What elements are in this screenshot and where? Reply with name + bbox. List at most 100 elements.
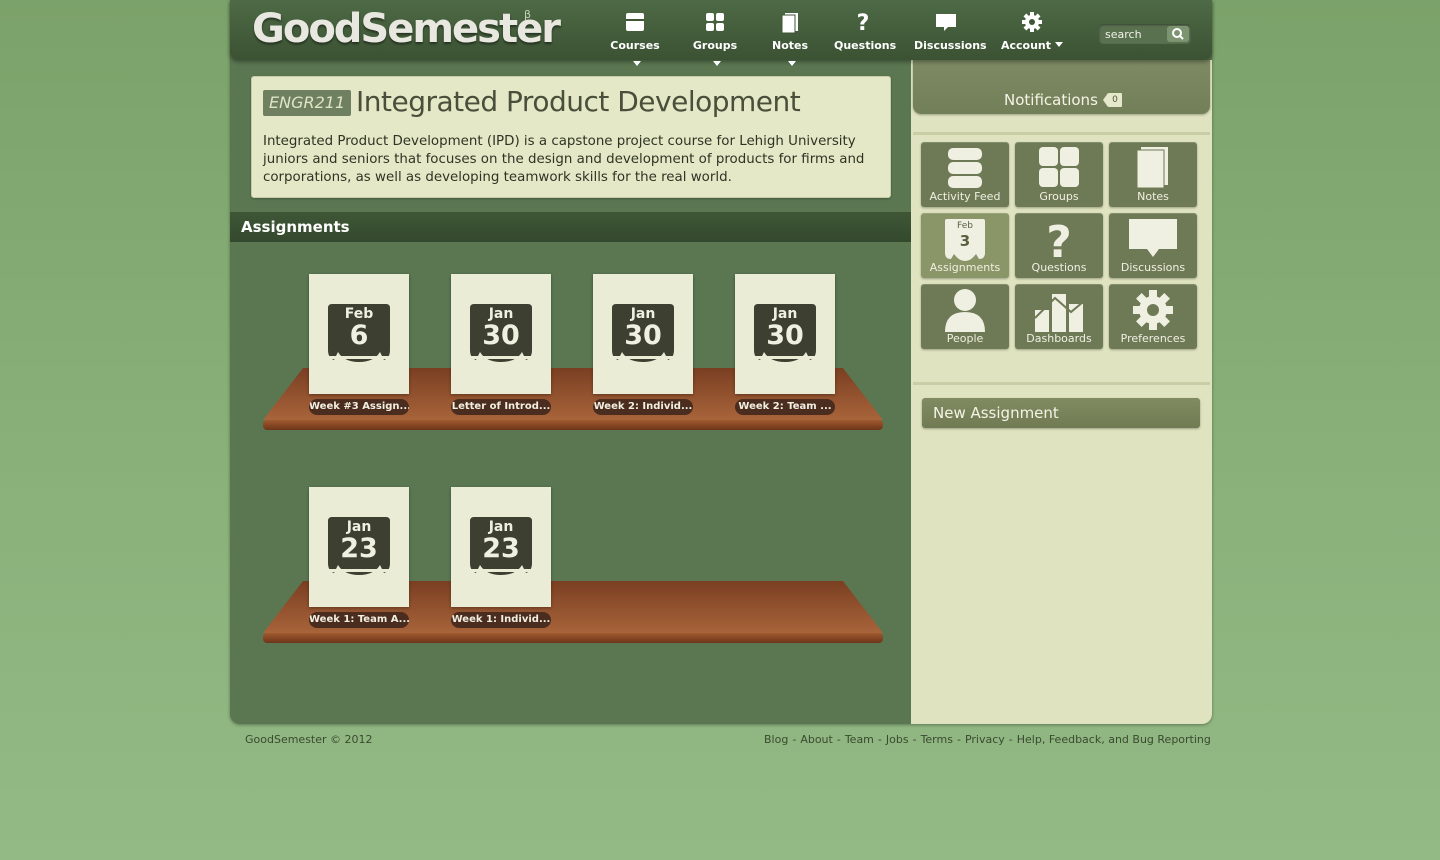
gear-icon — [1133, 290, 1173, 330]
notifications-button[interactable]: Notifications 0 — [913, 60, 1210, 114]
chevron-down-icon — [633, 61, 641, 66]
tile-label: Questions — [1031, 261, 1087, 274]
tile-label: Assignments — [929, 261, 1001, 274]
calendar-day: 23 — [340, 533, 378, 564]
footer-link-blog[interactable]: Blog — [764, 733, 788, 746]
assignment-item[interactable]: Feb 6 Week #3 Assign... — [309, 274, 409, 415]
nav-groups-label: Groups — [692, 39, 738, 52]
gear-icon — [1022, 12, 1042, 32]
nav-account[interactable]: Account — [1000, 10, 1064, 53]
sidebar: Notifications 0 Activity Feed Groups Not… — [911, 60, 1212, 724]
person-icon — [945, 289, 985, 332]
main-frame: GoodSemester β Courses Groups Notes ? Qu… — [230, 0, 1212, 724]
groups-icon — [706, 13, 724, 31]
course-description: Integrated Product Development (IPD) is … — [263, 134, 865, 185]
tile-people[interactable]: People — [921, 284, 1009, 349]
nav-notes-label: Notes — [771, 39, 809, 52]
tile-dashboards[interactable]: Dashboards — [1015, 284, 1103, 349]
assignment-item[interactable]: Jan 23 Week 1: Individ... — [451, 487, 551, 628]
chevron-down-icon — [788, 61, 796, 66]
chevron-down-icon — [713, 61, 721, 66]
tile-label: Activity Feed — [929, 190, 1001, 203]
assignments-heading-label: Assignments — [241, 218, 350, 236]
nav-account-label: Account — [1000, 39, 1052, 52]
groups-icon — [1039, 147, 1079, 187]
course-code-badge: ENGR211 — [263, 90, 352, 116]
nav-courses[interactable]: Courses — [606, 10, 664, 72]
search-icon — [1172, 28, 1184, 40]
search-input[interactable] — [1099, 24, 1169, 44]
tile-label: People — [946, 332, 984, 345]
footer-link-team[interactable]: Team — [845, 733, 874, 746]
nav-notes[interactable]: Notes — [766, 10, 814, 72]
calendar-day: 30 — [624, 320, 662, 351]
chevron-down-icon — [1055, 42, 1064, 47]
speech-bubble-icon — [1129, 219, 1177, 257]
calendar-day: 3 — [959, 232, 971, 250]
nav-questions[interactable]: ? Questions — [834, 10, 896, 53]
footer-copyright: GoodSemester © 2012 — [245, 733, 373, 746]
tile-discussions[interactable]: Discussions — [1109, 213, 1197, 278]
tile-assignments[interactable]: Feb 3 Assignments — [921, 213, 1009, 278]
footer-link-privacy[interactable]: Privacy — [965, 733, 1005, 746]
tile-activity-feed[interactable]: Activity Feed — [921, 142, 1009, 207]
tile-label: Preferences — [1120, 332, 1186, 345]
assignment-item[interactable]: Jan 30 Letter of Introd... — [451, 274, 551, 415]
activity-feed-icon — [948, 148, 982, 188]
assignment-label[interactable]: Week 1: Individ... — [451, 612, 551, 628]
footer-link-terms[interactable]: Terms — [921, 733, 953, 746]
logo[interactable]: GoodSemester — [252, 6, 561, 52]
calendar-day: 30 — [482, 320, 520, 351]
assignment-item[interactable]: Jan 23 Week 1: Team A... — [309, 487, 409, 628]
nav-discussions-label: Discussions — [914, 39, 987, 52]
courses-icon — [626, 13, 644, 31]
search-box — [1099, 24, 1191, 44]
nav-groups[interactable]: Groups — [688, 10, 742, 72]
tile-label: Dashboards — [1026, 332, 1092, 345]
assignment-label[interactable]: Week 2: Team ... — [735, 399, 835, 415]
notes-icon — [781, 13, 798, 34]
notifications-label: Notifications — [1004, 91, 1098, 109]
dashboard-icon — [1034, 294, 1084, 332]
nav-questions-label: Questions — [834, 39, 897, 52]
notifications-count-badge: 0 — [1103, 93, 1122, 107]
new-assignment-label: New Assignment — [933, 404, 1059, 422]
app-tiles-panel: Activity Feed Groups Notes Feb 3 Assignm… — [913, 132, 1210, 375]
footer-link-about[interactable]: About — [800, 733, 833, 746]
search-button[interactable] — [1167, 26, 1189, 42]
assignments-heading: Assignments — [230, 212, 911, 242]
footer-link-jobs[interactable]: Jobs — [886, 733, 909, 746]
question-icon: ? — [857, 11, 870, 34]
assignment-item[interactable]: Jan 30 Week 2: Team ... — [735, 274, 835, 415]
assignment-label[interactable]: Week 1: Team A... — [309, 612, 409, 628]
svg-text:?: ? — [857, 11, 870, 34]
tile-label: Discussions — [1120, 261, 1186, 274]
calendar-day: 30 — [766, 320, 804, 351]
notes-icon — [1136, 147, 1168, 189]
calendar-day: 23 — [482, 533, 520, 564]
course-header: ENGR211 Integrated Product Development I… — [251, 76, 891, 198]
assignment-label[interactable]: Week #3 Assign... — [309, 399, 409, 415]
footer-links: Blog - About - Team - Jobs - Terms - Privacy - Help,… — [764, 733, 1211, 746]
top-nav-bar: GoodSemester β Courses Groups Notes ? Qu… — [230, 0, 1212, 66]
course-title: Integrated Product Development — [356, 85, 801, 118]
svg-text:?: ? — [1046, 217, 1072, 261]
question-icon: ? — [1046, 217, 1072, 261]
tile-groups[interactable]: Groups — [1015, 142, 1103, 207]
nav-courses-label: Courses — [610, 39, 660, 52]
tile-label: Groups — [1039, 190, 1079, 203]
nav-discussions[interactable]: Discussions — [914, 10, 987, 53]
tile-notes[interactable]: Notes — [1109, 142, 1197, 207]
speech-bubble-icon — [936, 14, 956, 31]
assignment-label[interactable]: Week 2: Individ... — [593, 399, 693, 415]
calendar-day: 6 — [349, 320, 369, 351]
footer-link-help[interactable]: Help, Feedback, and Bug Reporting — [1017, 733, 1211, 746]
calendar-month: Feb — [957, 221, 973, 231]
tile-label: Notes — [1137, 190, 1169, 203]
tile-questions[interactable]: ? Questions — [1015, 213, 1103, 278]
new-assignment-button[interactable]: New Assignment — [922, 398, 1200, 428]
assignment-label[interactable]: Letter of Introd... — [451, 399, 551, 415]
tile-preferences[interactable]: Preferences — [1109, 284, 1197, 349]
assignment-item[interactable]: Jan 30 Week 2: Individ... — [593, 274, 693, 415]
new-assignment-panel: New Assignment — [913, 382, 1210, 435]
